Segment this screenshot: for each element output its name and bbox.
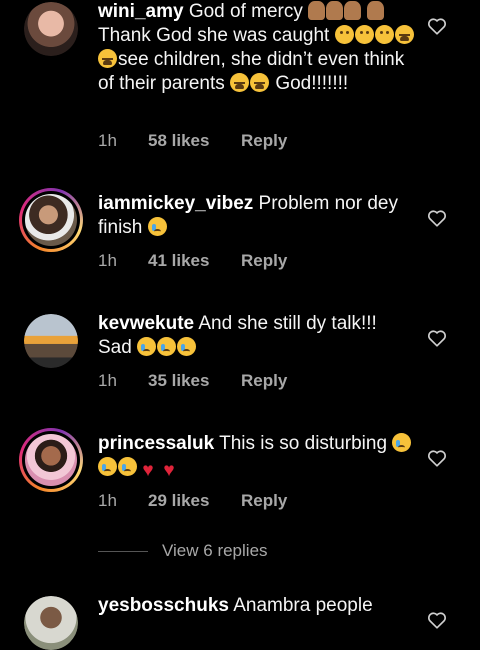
- replies-divider: [98, 550, 148, 552]
- heart-outline-icon[interactable]: [426, 447, 448, 469]
- comment-username[interactable]: iammickey_vibez: [98, 193, 253, 214]
- tired-face-emoji-icon: [230, 73, 250, 92]
- crying-face-emoji-icon: [157, 337, 177, 356]
- reply-button[interactable]: Reply: [241, 371, 287, 391]
- comment-likes[interactable]: 58 likes: [148, 131, 241, 151]
- comment-likes[interactable]: 35 likes: [148, 371, 241, 391]
- comment-body: Anambra people: [233, 595, 373, 616]
- crying-face-emoji-icon: [118, 457, 137, 476]
- view-replies-button[interactable]: View 6 replies: [98, 541, 268, 561]
- pensive-face-emoji-icon: [334, 25, 354, 44]
- comment-body: God of mercy: [188, 1, 303, 22]
- tired-face-emoji-icon: [98, 49, 117, 68]
- comment-text: yesbosschuks Anambra people: [98, 594, 416, 618]
- crying-face-emoji-icon: [177, 337, 197, 356]
- avatar[interactable]: [24, 596, 78, 650]
- comment-likes[interactable]: 29 likes: [148, 491, 241, 511]
- folded-hands-emoji-icon: [344, 1, 362, 20]
- pensive-face-emoji-icon: [354, 25, 374, 44]
- comment-username[interactable]: kevwekute: [98, 313, 194, 334]
- crying-face-emoji-icon: [98, 457, 117, 476]
- comment-username[interactable]: princessaluk: [98, 433, 214, 454]
- comment-body: And she still dy talk!!!: [198, 313, 377, 334]
- broken-heart-emoji-icon: ♥: [142, 460, 154, 481]
- reply-button[interactable]: Reply: [241, 251, 287, 271]
- reply-button[interactable]: Reply: [241, 491, 287, 511]
- comment-text: iammickey_vibez Problem nor dey finish: [98, 192, 416, 240]
- comment-time: 1h: [98, 491, 117, 510]
- avatar[interactable]: [19, 428, 83, 492]
- heart-outline-icon[interactable]: [426, 609, 448, 631]
- comment-body: Sad: [98, 337, 132, 358]
- folded-hands-emoji-icon: [326, 1, 344, 20]
- comment-time: 1h: [98, 131, 117, 150]
- heart-outline-icon[interactable]: [426, 15, 448, 37]
- crying-face-emoji-icon: [147, 217, 167, 236]
- comment-body: Thank God she was caught: [98, 25, 330, 46]
- avatar[interactable]: [24, 2, 78, 56]
- comment-username[interactable]: yesbosschuks: [98, 595, 229, 616]
- avatar[interactable]: [19, 188, 83, 252]
- comment-meta: 1h 41 likes Reply: [98, 251, 287, 271]
- view-replies-label[interactable]: View 6 replies: [162, 541, 268, 561]
- comment-meta: 1h 29 likes Reply: [98, 491, 287, 511]
- folded-hands-emoji-icon: [367, 1, 385, 20]
- crying-face-emoji-icon: [392, 433, 412, 452]
- comment-text: kevwekute And she still dy talk!!! Sad: [98, 312, 416, 360]
- reply-button[interactable]: Reply: [241, 131, 287, 151]
- comment-likes[interactable]: 41 likes: [148, 251, 241, 271]
- comment-text: wini_amy God of mercy Thank God she was …: [98, 0, 416, 96]
- comment-body: God!!!!!!!: [275, 73, 349, 94]
- tired-face-emoji-icon: [250, 73, 270, 92]
- avatar[interactable]: [24, 314, 78, 368]
- comment-time: 1h: [98, 371, 117, 390]
- comment-time: 1h: [98, 251, 117, 270]
- heart-outline-icon[interactable]: [426, 327, 448, 349]
- crying-face-emoji-icon: [137, 337, 157, 356]
- comment-text: princessaluk This is so disturbing ♥ ♥: [98, 432, 416, 480]
- pensive-face-emoji-icon: [374, 25, 394, 44]
- heart-outline-icon[interactable]: [426, 207, 448, 229]
- tired-face-emoji-icon: [394, 25, 414, 44]
- folded-hands-emoji-icon: [308, 1, 326, 20]
- comment-meta: 1h 35 likes Reply: [98, 371, 287, 391]
- broken-heart-emoji-icon: ♥: [163, 460, 175, 481]
- comment-username[interactable]: wini_amy: [98, 1, 184, 22]
- comment-meta: 1h 58 likes Reply: [98, 131, 287, 151]
- comment-body: This is so disturbing: [219, 433, 388, 454]
